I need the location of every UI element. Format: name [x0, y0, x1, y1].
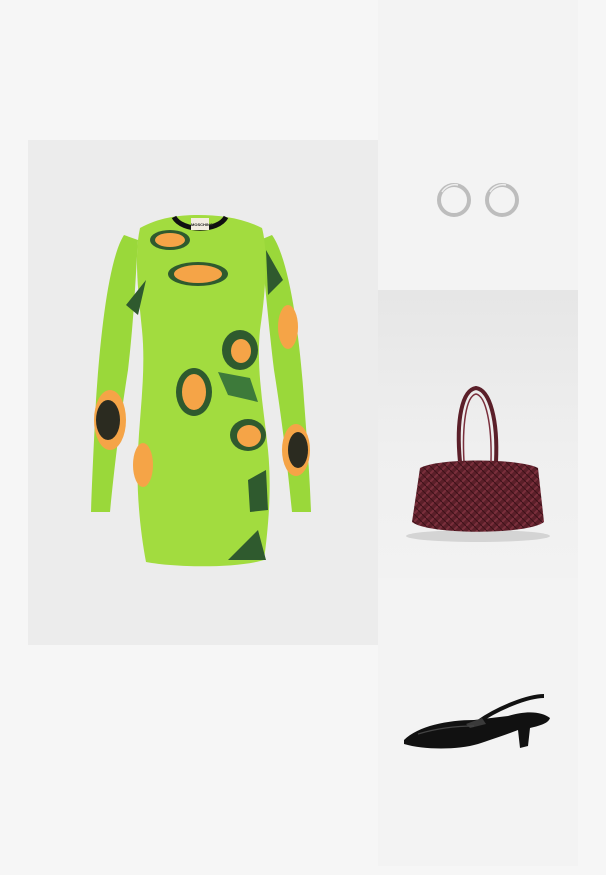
dress-brand-label: MOSCHINO	[191, 222, 213, 227]
bag-product-tile[interactable]	[378, 290, 578, 578]
dress-product-tile[interactable]: MOSCHINO	[28, 140, 378, 645]
shoes-image	[404, 694, 550, 749]
earrings-product-tile[interactable]	[378, 0, 578, 290]
dress-image	[91, 215, 311, 567]
shoes-product-tile[interactable]	[378, 578, 578, 866]
earrings-image	[437, 183, 519, 217]
bag-image	[406, 385, 550, 542]
